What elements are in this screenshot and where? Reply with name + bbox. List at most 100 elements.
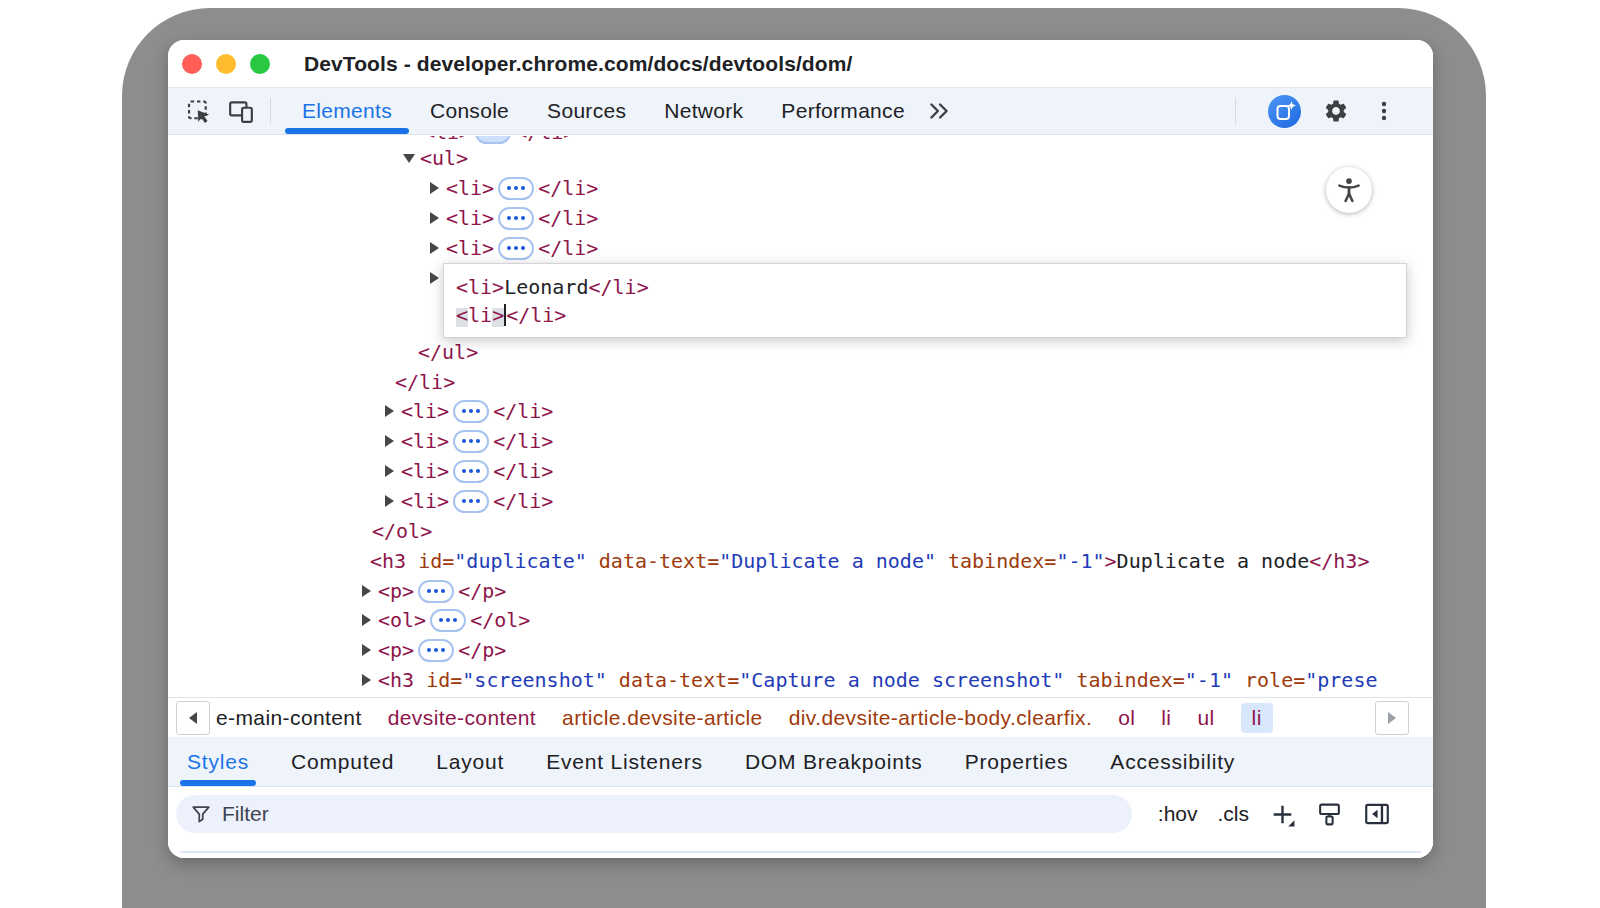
ellipsis-pill-icon[interactable]: [498, 237, 534, 260]
expand-arrow-icon[interactable]: [385, 405, 394, 417]
dom-tree-row[interactable]: <li></li>: [430, 173, 598, 203]
code-token: </li>: [538, 176, 598, 200]
tab-console[interactable]: Console: [411, 88, 528, 134]
breadcrumb-bar: e-main-content devsite-content article.dev…: [168, 697, 1433, 737]
filter-input[interactable]: Filter: [176, 795, 1132, 833]
tab-sources[interactable]: Sources: [528, 88, 645, 134]
ellipsis-pill-icon[interactable]: [430, 609, 466, 632]
tab-network[interactable]: Network: [645, 88, 762, 134]
expand-arrow-icon[interactable]: [430, 242, 439, 254]
tab-performance[interactable]: Performance: [762, 88, 924, 134]
sidebar-tab-properties[interactable]: Properties: [965, 737, 1069, 786]
ellipsis-pill-icon[interactable]: [453, 490, 489, 513]
dom-tree-row[interactable]: </ul>: [418, 337, 478, 367]
kebab-menu-icon[interactable]: [1371, 98, 1397, 124]
expand-arrow-icon[interactable]: [430, 182, 439, 194]
breadcrumb-item[interactable]: article.devsite-article: [562, 706, 763, 730]
sidebar-tab-dom-breakpoints[interactable]: DOM Breakpoints: [745, 737, 923, 786]
ellipsis-pill-icon[interactable]: [418, 639, 454, 662]
tab-elements[interactable]: Elements: [283, 88, 411, 134]
breadcrumb-item[interactable]: li: [1161, 706, 1171, 730]
expand-arrow-icon[interactable]: [362, 644, 371, 656]
code-token: "screenshot": [462, 668, 619, 692]
breadcrumb-item[interactable]: div.devsite-article-body.clearfix.: [789, 706, 1092, 730]
breadcrumb-item[interactable]: devsite-content: [388, 706, 536, 730]
collapse-arrow-icon[interactable]: [403, 154, 415, 163]
maximize-window-button[interactable]: [250, 54, 270, 74]
accessibility-button[interactable]: [1326, 167, 1372, 213]
crumb-back-button[interactable]: [176, 701, 210, 735]
dom-tree-row[interactable]: <ol></ol>: [362, 605, 530, 635]
device-toolbar-icon[interactable]: [228, 98, 254, 124]
code-token: </li>: [395, 370, 455, 394]
code-token: tabindex=: [1076, 668, 1184, 692]
dom-tree: <li>Leonard</li><li></li> <li> </li> <ul> <…: [168, 136, 1433, 697]
ellipsis-pill-icon[interactable]: [453, 400, 489, 423]
breadcrumb-item[interactable]: li: [1241, 703, 1273, 733]
ellipsis-pill-icon[interactable]: [498, 207, 534, 230]
code-token: <li>: [401, 489, 449, 513]
code-token: <li>: [401, 459, 449, 483]
expand-arrow-icon[interactable]: [362, 585, 371, 597]
code-token: </li>: [538, 236, 598, 260]
expand-arrow-icon[interactable]: [430, 272, 439, 284]
breadcrumb-item[interactable]: e-main-content: [216, 706, 362, 730]
dom-tree-row[interactable]: <p></p>: [362, 635, 506, 665]
minimize-window-button[interactable]: [216, 54, 236, 74]
dom-tree-row[interactable]: <li></li>: [430, 203, 598, 233]
expand-arrow-icon[interactable]: [430, 212, 439, 224]
expand-arrow-icon[interactable]: [385, 465, 394, 477]
dom-tree-row[interactable]: <li></li>: [385, 396, 553, 426]
ai-assistance-icon[interactable]: [1268, 95, 1301, 128]
breadcrumb-item[interactable]: ol: [1118, 706, 1135, 730]
code-token: <li>: [401, 399, 449, 423]
close-window-button[interactable]: [182, 54, 202, 74]
crumb-forward-button[interactable]: [1375, 701, 1409, 735]
inspect-icon[interactable]: [186, 98, 212, 124]
settings-gear-icon[interactable]: [1323, 98, 1349, 124]
code-token: </ol>: [470, 608, 530, 632]
ellipsis-pill-icon[interactable]: [475, 136, 511, 144]
new-style-rule-icon[interactable]: [1269, 801, 1296, 828]
dom-tree-row[interactable]: <ul>: [405, 143, 468, 173]
ellipsis-pill-icon[interactable]: [453, 460, 489, 483]
code-token: "-1": [1185, 668, 1245, 692]
sidebar-tab-computed[interactable]: Computed: [291, 737, 394, 786]
dom-tree-row[interactable]: <li></li>: [385, 426, 553, 456]
toggle-element-state[interactable]: :hov: [1158, 802, 1198, 826]
styles-filter-row: Filter :hov .cls: [168, 787, 1433, 858]
dock-sidebar-icon[interactable]: [1363, 800, 1391, 828]
dom-tree-row[interactable]: </ol>: [372, 516, 432, 546]
sidebar-tab-layout[interactable]: Layout: [436, 737, 504, 786]
dom-tree-row[interactable]: <h3 id="screenshot" data-text="Capture a…: [362, 665, 1377, 695]
code-token: data-text=: [619, 668, 739, 692]
code-token: <h3: [378, 668, 426, 692]
node-edit-box[interactable]: <li>Leonard</li><li></li>: [443, 263, 1407, 338]
toggle-class[interactable]: .cls: [1218, 802, 1250, 826]
dom-tree-row[interactable]: <li></li>: [430, 233, 598, 263]
breadcrumb-item[interactable]: ul: [1197, 706, 1214, 730]
expand-arrow-icon[interactable]: [385, 495, 394, 507]
dom-tree-row[interactable]: <li> </li>: [385, 456, 553, 486]
expand-arrow-icon[interactable]: [362, 674, 371, 686]
sidebar-tab-accessibility[interactable]: Accessibility: [1110, 737, 1235, 786]
ellipsis-pill-icon[interactable]: [453, 430, 489, 453]
code-token: </li>: [493, 459, 553, 483]
code-token: >: [1105, 549, 1117, 573]
dom-tree-row[interactable]: <p></p>: [362, 576, 506, 606]
sidebar-tab-styles[interactable]: Styles: [187, 737, 249, 786]
devtools-toolbar: ElementsConsoleSourcesNetworkPerformance: [168, 88, 1433, 135]
code-token: </li>: [538, 206, 598, 230]
dom-tree-row[interactable]: </li>: [395, 367, 455, 397]
dom-tree-row[interactable]: <h3 id="duplicate" data-text="Duplicate …: [370, 546, 1369, 576]
ellipsis-pill-icon[interactable]: [498, 177, 534, 200]
more-tabs-icon[interactable]: [926, 98, 952, 124]
dom-tree-row[interactable]: <li></li>: [385, 486, 553, 516]
titlebar: DevTools - developer.chrome.com/docs/dev…: [168, 40, 1433, 88]
brush-icon[interactable]: [1316, 801, 1343, 828]
ellipsis-pill-icon[interactable]: [418, 580, 454, 603]
code-token: "Duplicate a node": [719, 549, 948, 573]
expand-arrow-icon[interactable]: [362, 614, 371, 626]
expand-arrow-icon[interactable]: [385, 435, 394, 447]
sidebar-tab-event-listeners[interactable]: Event Listeners: [546, 737, 703, 786]
